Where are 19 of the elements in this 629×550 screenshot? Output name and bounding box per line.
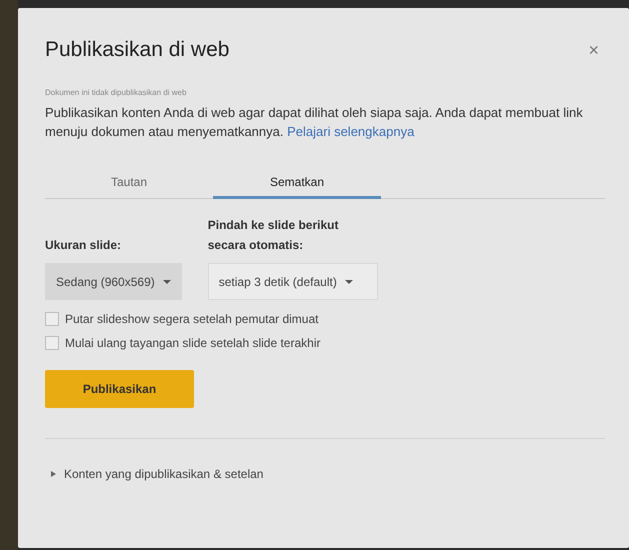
tab[interactable]: Tautan — [45, 169, 213, 199]
checkbox[interactable] — [45, 336, 59, 350]
learn-more-link[interactable]: Pelajari selengkapnya — [287, 124, 414, 139]
close-button[interactable]: × — [582, 40, 605, 60]
dropdown[interactable]: Sedang (960x569) — [45, 263, 182, 300]
tab[interactable]: Sematkan — [213, 169, 381, 199]
checkbox[interactable] — [45, 312, 59, 326]
caret-icon — [344, 280, 353, 284]
dropdown-label: Pindah ke slide berikut secara otomatis: — [208, 217, 340, 254]
caret-icon — [162, 280, 171, 284]
checkbox-label: Mulai ulang tayangan slide setelah slide terakhir — [65, 336, 320, 350]
dropdown[interactable]: setiap 3 detik (default) — [208, 263, 378, 300]
description-text: Publikasikan konten Anda di web agar dapat dilihat oleh siapa saja. Anda dapat membuat link menuju dokumen atau menyematkannya. Pelajari selengkapnya — [45, 104, 584, 141]
publish-status: Dokumen ini tidak dipublikasikan di web — [45, 88, 188, 97]
dropdown-label: Ukuran slide: — [45, 237, 122, 254]
settings-expander[interactable]: Konten yang dipublikasikan & setelan — [45, 467, 264, 481]
publish-button[interactable]: Publikasikan — [45, 370, 194, 408]
checkbox-label: Putar slideshow segera setelah pemutar dimuat — [65, 312, 318, 326]
dialog-title: Publikasikan di web — [45, 38, 230, 62]
